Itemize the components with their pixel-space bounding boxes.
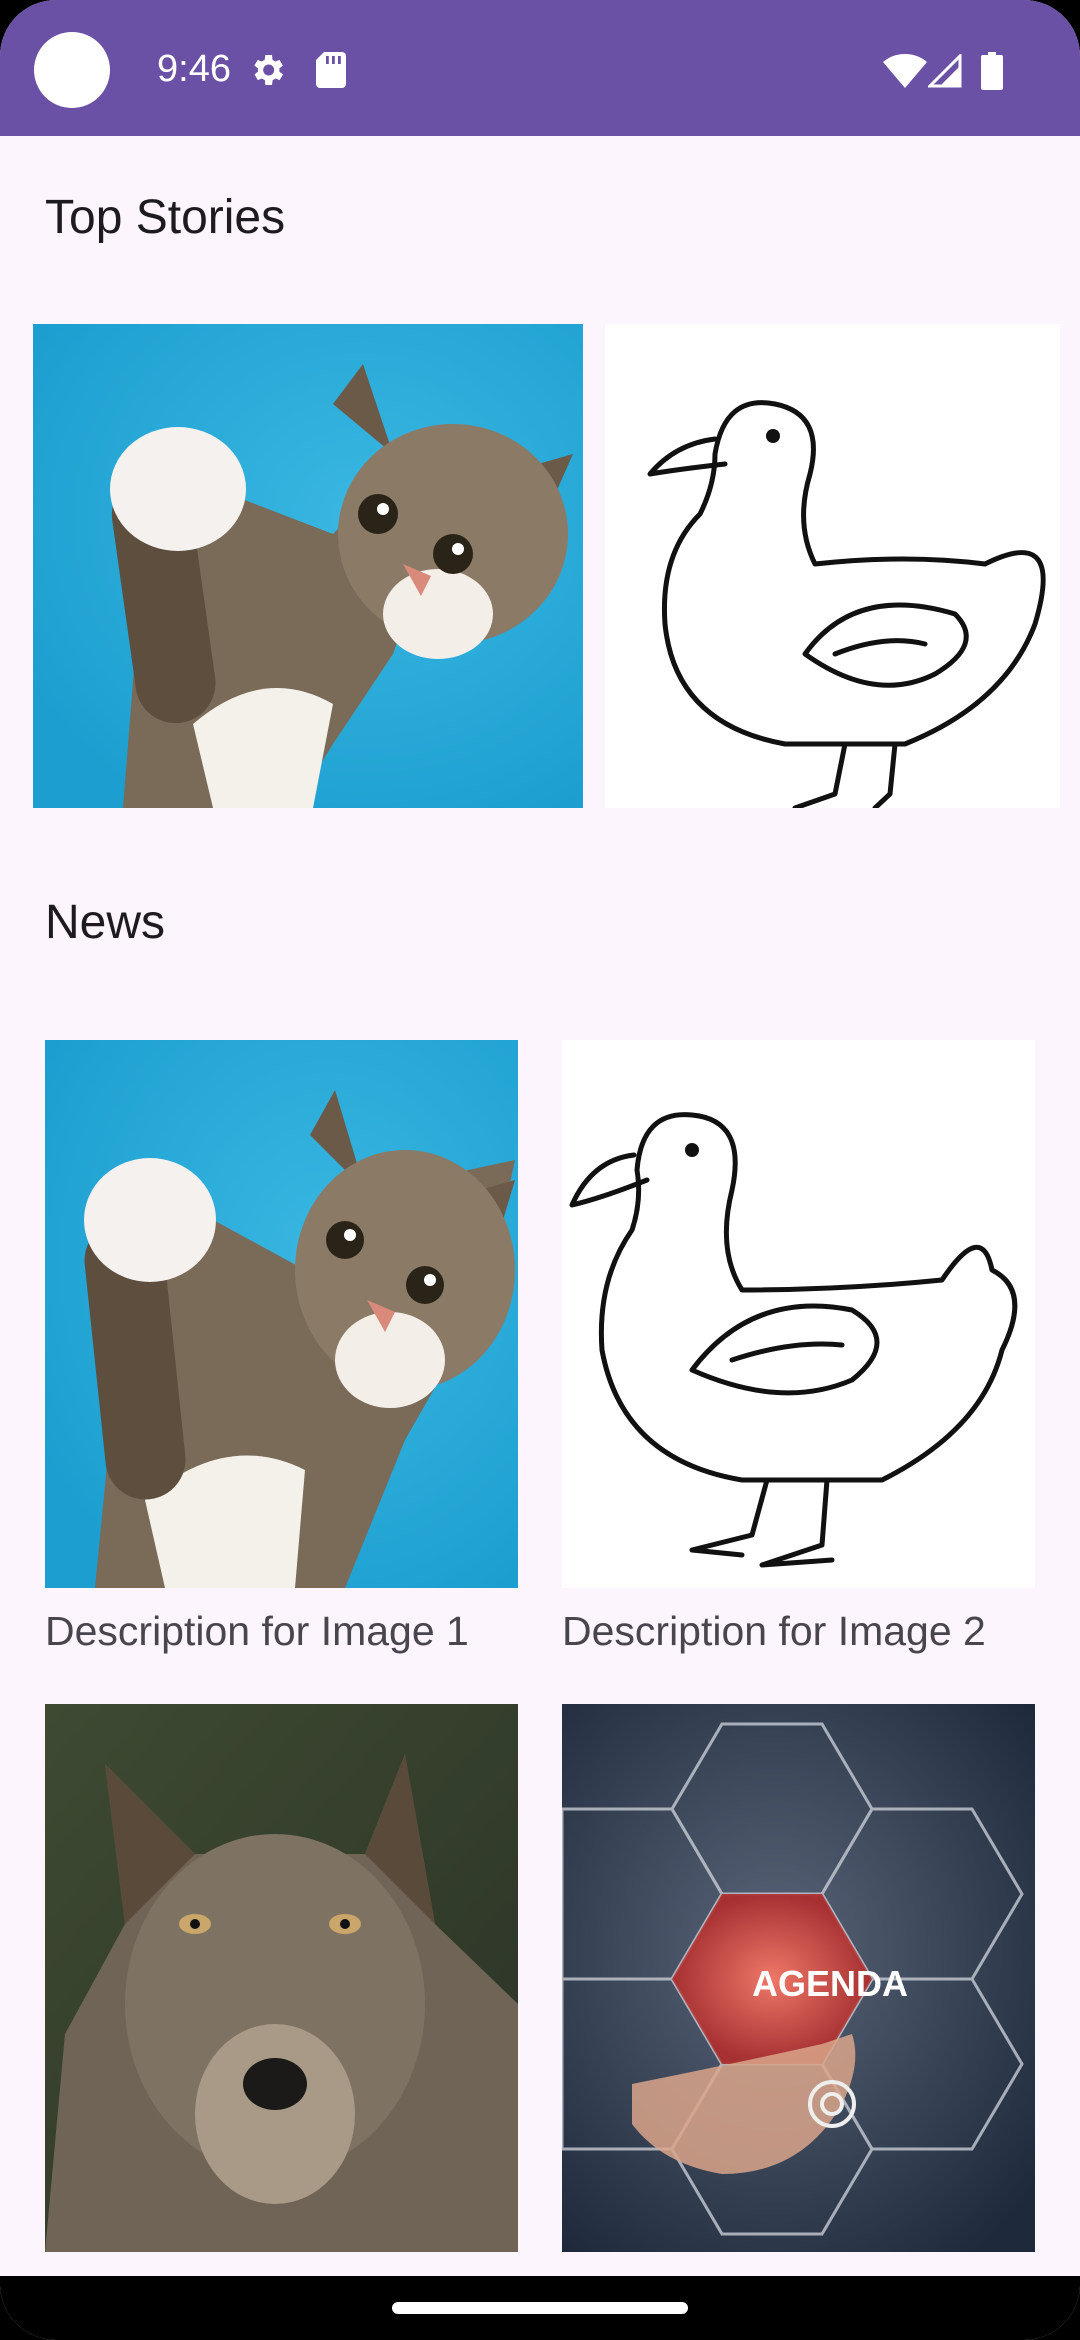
news-item-1-image[interactable] — [45, 1040, 518, 1588]
news-item-2-image[interactable] — [562, 1040, 1035, 1588]
battery-icon — [981, 52, 1003, 90]
top-story-duck-image[interactable] — [605, 324, 1060, 808]
settings-gear-icon — [247, 50, 287, 90]
cell-signal-icon — [928, 54, 962, 88]
news-item-2-caption: Description for Image 2 — [562, 1608, 986, 1654]
home-gesture-handle[interactable] — [392, 2302, 688, 2314]
agenda-label: AGENDA — [752, 1963, 908, 2004]
top-story-cat-image[interactable] — [33, 324, 583, 808]
content-area[interactable]: Top Stories News Description for Image 1… — [0, 136, 1080, 2276]
front-camera — [34, 32, 110, 108]
news-item-1-caption: Description for Image 1 — [45, 1608, 469, 1654]
sd-card-icon — [316, 52, 346, 88]
app-screen: 9:46 Top Stories News Description for Im… — [0, 0, 1080, 2340]
news-item-4-image[interactable]: AGENDA — [562, 1704, 1035, 2252]
top-stories-title: Top Stories — [45, 191, 286, 244]
wifi-icon — [883, 54, 927, 88]
news-item-3-image[interactable] — [45, 1704, 518, 2252]
status-bar: 9:46 — [0, 0, 1080, 136]
status-time: 9:46 — [157, 48, 231, 90]
news-title: News — [45, 896, 166, 949]
